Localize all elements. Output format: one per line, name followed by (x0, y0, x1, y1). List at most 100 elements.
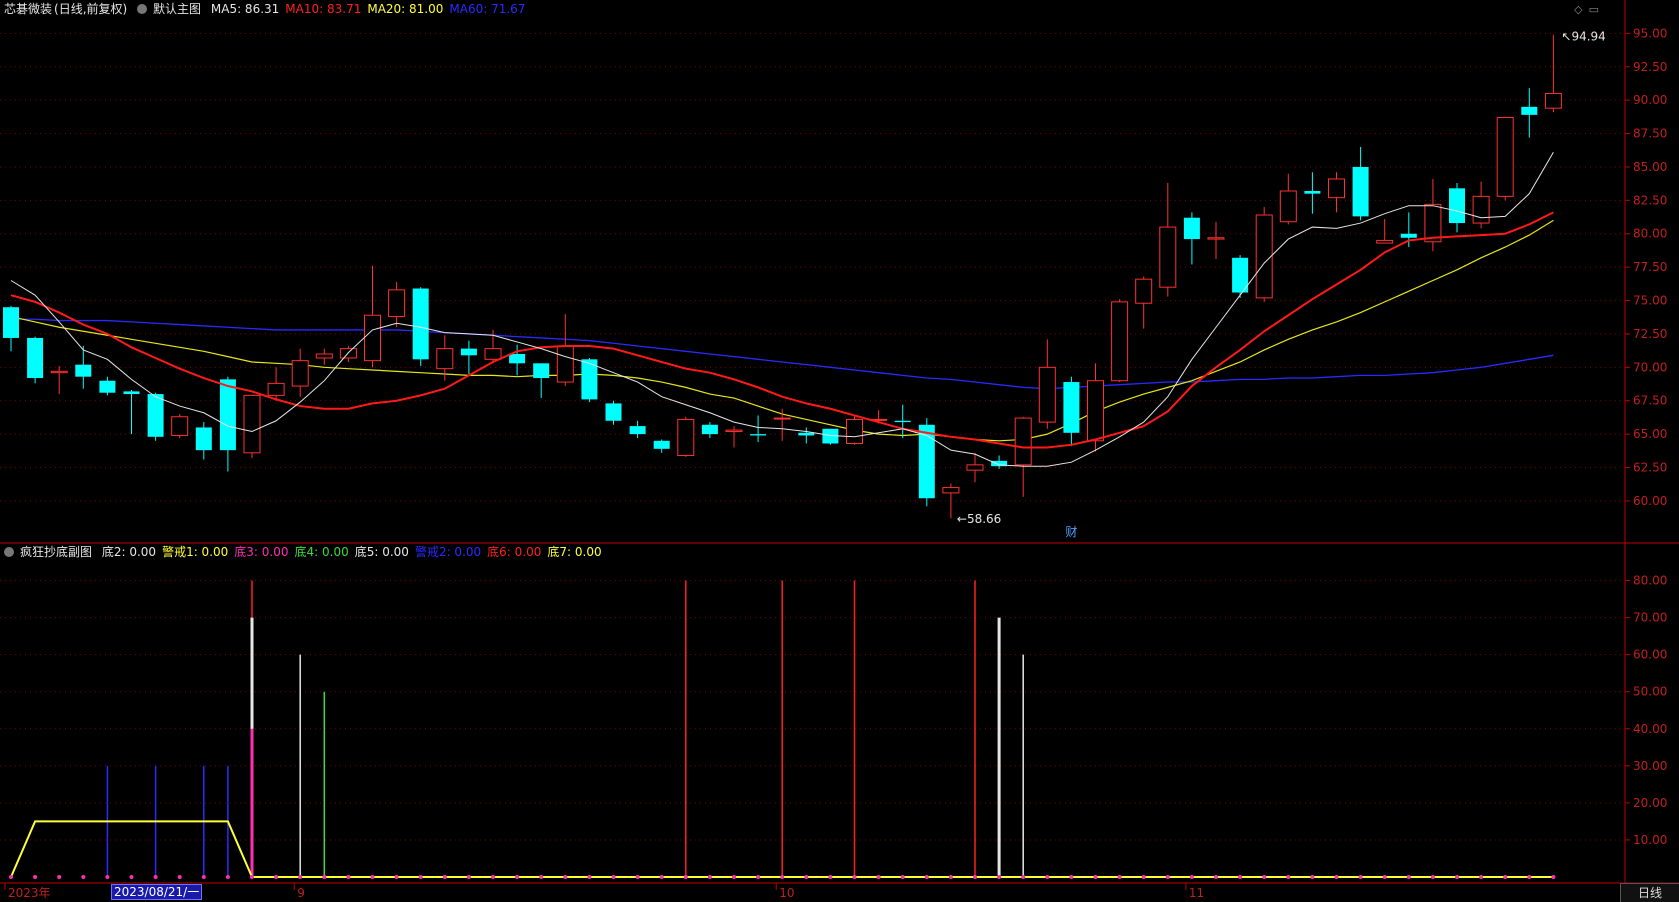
ma-legend-item-0: MA5: 86.31 (210, 2, 280, 16)
candle-body (243, 394, 261, 454)
zero-dot (1551, 875, 1556, 879)
candle-body (3, 307, 19, 338)
sub-legend-item-3: 底4: 0.00 (294, 545, 349, 559)
candle-body (966, 464, 984, 471)
main-chart-header: 芯碁微装 (日线,前复权) 默认主图 MA5: 86.31 MA10: 83.71 M… (4, 2, 537, 16)
zero-dot (563, 875, 568, 879)
sub-y-tick-label: 50.00 (1633, 685, 1667, 699)
main-y-tick-label: 95.00 (1633, 26, 1667, 40)
candle-body (942, 487, 960, 494)
sub-legend-item-1: 警戒1: 0.00 (162, 545, 229, 559)
sub-y-tick-label: 70.00 (1633, 611, 1667, 625)
candle-body (798, 432, 815, 436)
candle-body (605, 403, 622, 421)
candle-body (1279, 190, 1297, 223)
ma-legend-item-2: MA20: 81.00 (367, 2, 444, 16)
candle-body (291, 360, 309, 387)
candle-body (436, 348, 454, 370)
zero-dot (1286, 875, 1291, 879)
candle-body (1424, 203, 1442, 243)
sub-chart-title[interactable]: 疯狂抄底副图 (20, 545, 92, 559)
zero-dot (1093, 875, 1098, 879)
restore-icon[interactable]: ▭ (1589, 3, 1599, 16)
candle-body (1352, 166, 1369, 217)
zero-dot (828, 875, 833, 879)
candle-body (1111, 301, 1129, 382)
zero-dot (539, 875, 544, 879)
zero-dot (1503, 875, 1508, 879)
zero-dot (1430, 875, 1435, 879)
zero-dot (659, 875, 664, 879)
main-y-tick-label: 90.00 (1633, 93, 1667, 107)
low-price-label: ←58.66 (957, 512, 1001, 526)
main-y-tick-label: 85.00 (1633, 160, 1667, 174)
stock-title[interactable]: 芯碁微装 (4, 2, 52, 16)
zero-dot (129, 875, 134, 879)
sub-y-tick-label: 40.00 (1633, 722, 1667, 736)
zero-dot (81, 875, 86, 879)
sub-y-tick-label: 20.00 (1633, 796, 1667, 810)
main-y-tick-label: 65.00 (1633, 427, 1667, 441)
zero-dot (1117, 875, 1122, 879)
main-y-tick-label: 80.00 (1633, 227, 1667, 241)
chart-canvas[interactable]: 95.00 92.50 90.00 87.50 85.00 82.50 80.00 77.50… (0, 0, 1679, 902)
zero-dot (900, 875, 905, 879)
chart-mode: (日线,前复权) (54, 2, 128, 16)
zero-dot (780, 875, 785, 879)
zero-dot (177, 875, 182, 879)
candle-body (1087, 380, 1104, 442)
candle-body (629, 426, 646, 435)
candle-body (750, 434, 767, 436)
candle-body (484, 348, 502, 360)
zero-dot (225, 875, 230, 879)
candle-body (1038, 366, 1056, 423)
candle-body (1159, 226, 1177, 288)
zero-dot (1334, 875, 1339, 879)
zero-dot (587, 875, 592, 879)
candle-body (846, 418, 863, 444)
sub-legend-item-4: 底5: 0.00 (354, 545, 409, 559)
x-tick-label: 11 (1189, 886, 1204, 900)
candle-body (1135, 278, 1153, 304)
zero-dot (732, 875, 736, 879)
zero-dot (707, 875, 712, 879)
zero-dot (57, 875, 62, 879)
candle-body (195, 427, 212, 451)
zero-dot (1382, 875, 1387, 879)
zero-dot (466, 875, 471, 879)
candle-body (219, 379, 236, 451)
zero-dot (1214, 875, 1218, 879)
candle-body (1183, 217, 1200, 240)
zero-dot (1527, 875, 1532, 879)
candle-body (533, 363, 550, 379)
candle-body (460, 348, 477, 356)
zero-dot (973, 875, 977, 879)
chevron-down-icon[interactable] (137, 4, 148, 14)
sub-legend-item-5: 警戒2: 0.00 (414, 545, 482, 559)
template-name[interactable]: 默认主图 (153, 2, 201, 16)
ma-legend: MA5: 86.31 MA10: 83.71 MA20: 81.00 MA60: 71… (211, 2, 532, 16)
zero-dot (274, 875, 279, 879)
candle-body (773, 417, 791, 420)
zero-dot (1455, 875, 1459, 879)
zero-dot (635, 875, 640, 879)
candle-body (894, 420, 911, 423)
main-y-tick-label: 62.50 (1633, 461, 1667, 475)
candle-body (1544, 92, 1562, 109)
candle-body (1304, 190, 1321, 194)
zero-dot (876, 875, 881, 879)
diamond-icon[interactable]: ◇ (1574, 3, 1582, 16)
period-tab[interactable]: 日线 (1620, 883, 1679, 902)
chevron-down-icon[interactable] (4, 547, 14, 557)
candle-body (701, 424, 718, 435)
sub-legend-item-0: 底2: 0.00 (101, 545, 157, 559)
zero-dot (1165, 875, 1170, 879)
ma60-line (11, 318, 1554, 390)
zero-dot (1045, 875, 1050, 879)
candle-body (1496, 117, 1514, 197)
candle-body (27, 337, 44, 379)
x-tick-label: 2023年 (8, 886, 51, 900)
zero-dot (442, 875, 447, 879)
x-tick-label: 9 (297, 886, 305, 900)
zero-dot (1141, 875, 1146, 879)
